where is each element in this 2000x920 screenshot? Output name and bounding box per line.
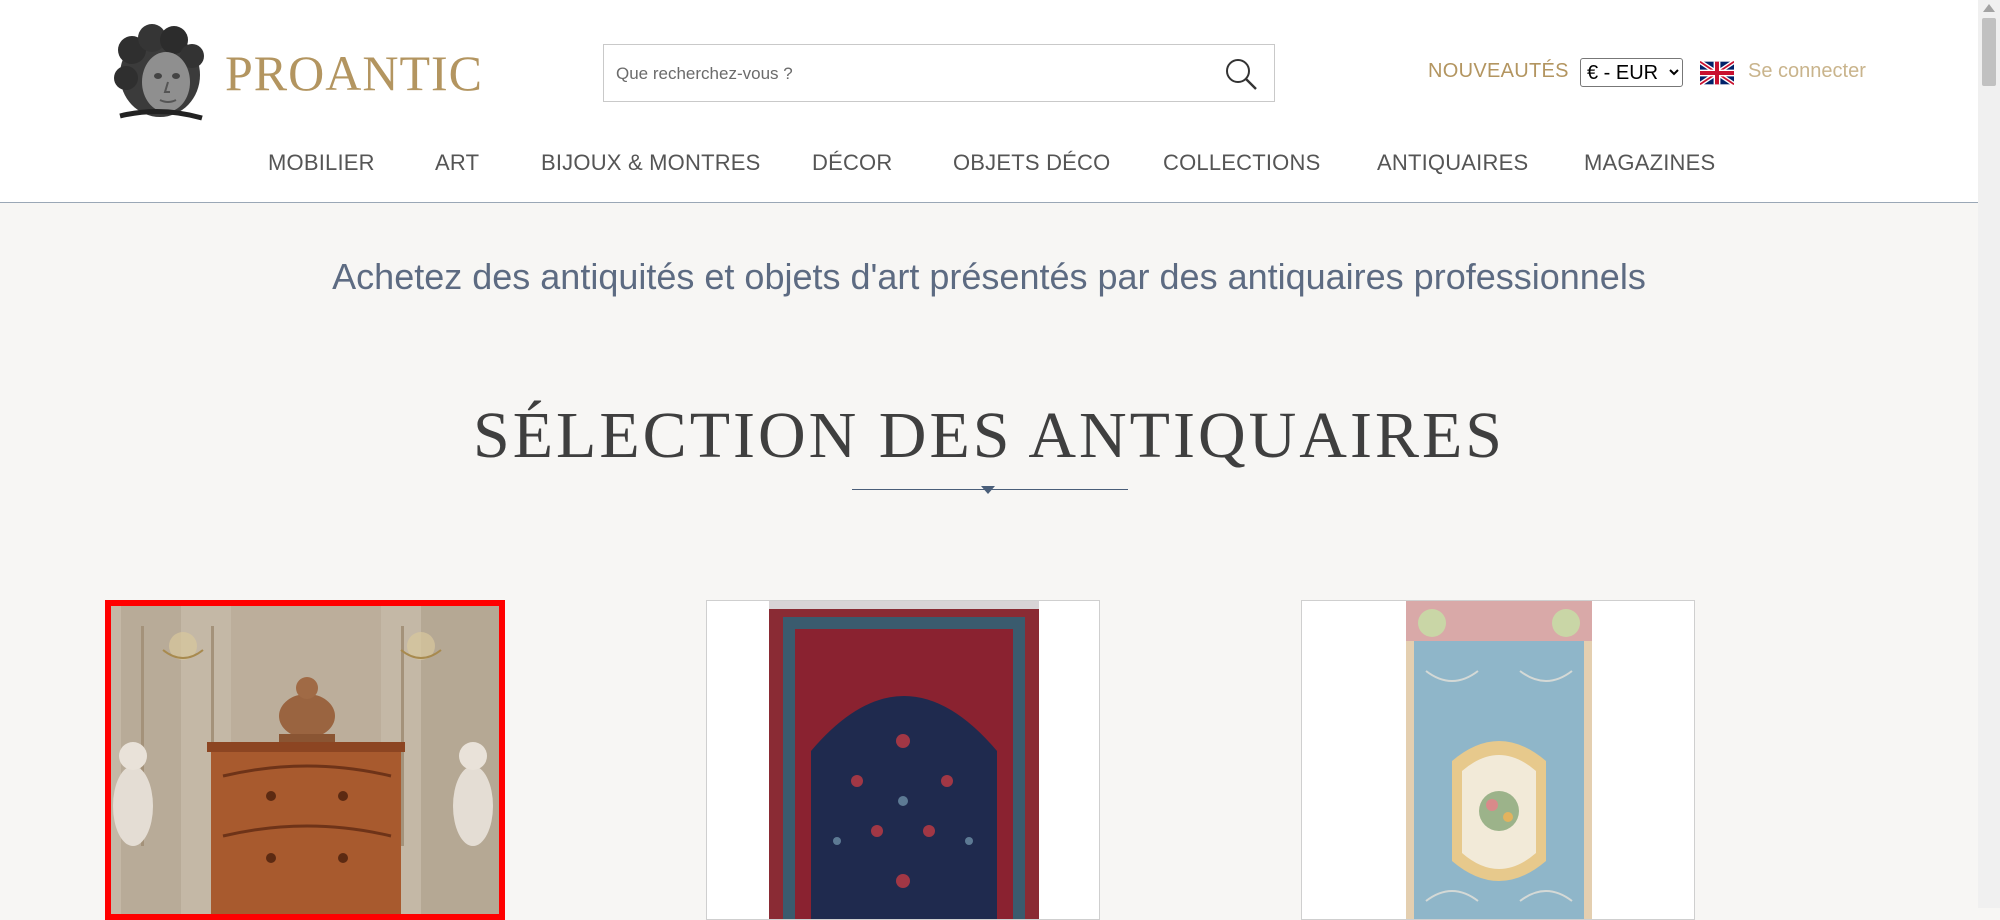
nav-item-collections[interactable]: COLLECTIONS xyxy=(1163,150,1320,176)
scrollbar-thumb[interactable] xyxy=(1982,18,1996,86)
page-scrollbar[interactable] xyxy=(1978,0,2000,908)
nav-item-bijoux-montres[interactable]: BIJOUX & MONTRES xyxy=(541,150,761,176)
product-card-tapisserie[interactable] xyxy=(1301,600,1695,920)
main-nav: MOBILIER ART BIJOUX & MONTRES DÉCOR OBJE… xyxy=(0,150,1978,180)
nav-item-objets-deco[interactable]: OBJETS DÉCO xyxy=(953,150,1110,176)
page-tagline: Achetez des antiquités et objets d'art p… xyxy=(332,256,1646,297)
nav-item-art[interactable]: ART xyxy=(435,150,479,176)
site-header: PROANTIC NOUVEAUTÉS € - EUR Se connecter… xyxy=(0,0,1978,203)
nouveautes-link[interactable]: NOUVEAUTÉS xyxy=(1428,60,1569,83)
divider-ornament-icon xyxy=(981,486,995,494)
search-icon[interactable] xyxy=(1224,57,1258,91)
scroll-up-icon[interactable] xyxy=(1983,4,1995,12)
nav-item-mobilier[interactable]: MOBILIER xyxy=(268,150,375,176)
product-image-tapisserie[interactable] xyxy=(1302,601,1694,919)
product-card-commode[interactable] xyxy=(105,600,505,920)
logo-bust-icon[interactable] xyxy=(110,20,210,122)
search-box xyxy=(603,44,1275,103)
nav-item-magazines[interactable]: MAGAZINES xyxy=(1584,150,1715,176)
nav-item-antiquaires[interactable]: ANTIQUAIRES xyxy=(1377,150,1528,176)
product-image-commode[interactable] xyxy=(111,606,499,920)
product-card-tapis[interactable] xyxy=(706,600,1100,920)
nav-item-decor[interactable]: DÉCOR xyxy=(812,150,892,176)
product-image-tapis[interactable] xyxy=(707,601,1099,919)
logo-wordmark[interactable]: PROANTIC xyxy=(225,44,483,102)
search-input[interactable] xyxy=(614,45,1218,103)
currency-select[interactable]: € - EUR xyxy=(1580,58,1683,87)
login-link[interactable]: Se connecter xyxy=(1748,60,1866,83)
section-title: SÉLECTION DES ANTIQUAIRES xyxy=(473,399,1505,472)
uk-flag-icon[interactable] xyxy=(1700,61,1734,85)
